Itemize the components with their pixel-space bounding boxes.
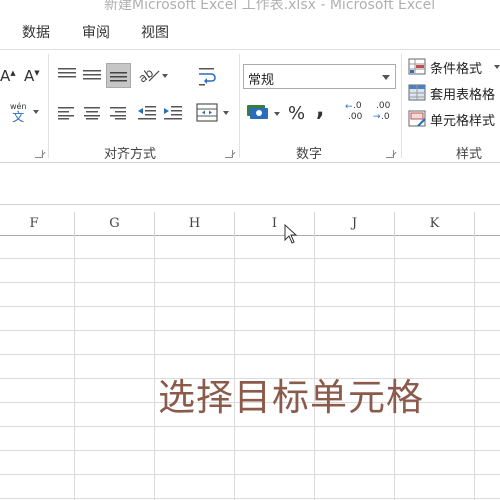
grid-line — [0, 282, 500, 283]
group-label-alignment: 对齐方式 — [104, 147, 157, 162]
arrow-left-icon: ← — [345, 102, 353, 112]
align-right-icon[interactable] — [109, 106, 127, 120]
cell-styles-button[interactable]: 单元格样式 — [408, 108, 500, 130]
ribbon-tabs: 数据 审阅 视图 — [0, 12, 500, 49]
increase-decimal-top: .0 — [353, 101, 362, 111]
grid-line — [74, 236, 75, 500]
title-bar: 新建Microsoft Excel 工作表.xlsx - Microsoft E… — [0, 0, 500, 12]
column-header-next[interactable] — [475, 212, 500, 236]
group-label-styles: 样式 — [456, 147, 483, 162]
align-left-icon[interactable] — [57, 106, 75, 120]
increase-indent-icon[interactable] — [163, 105, 183, 120]
format-as-table-icon — [408, 84, 426, 101]
accounting-format-icon[interactable] — [245, 102, 285, 124]
grid-line — [0, 306, 500, 307]
font-dialog-launcher-icon[interactable] — [35, 150, 43, 158]
font-grow-label: A — [0, 67, 11, 85]
increase-decimal-bottom: .00 — [348, 112, 363, 122]
conditional-formatting-label: 条件格式 — [430, 62, 483, 77]
conditional-formatting-icon — [408, 58, 426, 75]
decrease-decimal-button[interactable]: .00 → .0 — [373, 101, 395, 124]
column-header-row: F G H I J K — [0, 212, 500, 236]
group-separator — [239, 54, 240, 158]
column-header-i[interactable]: I — [235, 212, 315, 236]
grid-line — [0, 450, 500, 451]
ribbon: A▲ A▼ wén 文 ab 对齐方式 常规 % , ← .0 .00 .00 … — [0, 49, 500, 163]
font-shrink-label: A — [24, 67, 35, 85]
phonetic-char: 文 — [12, 110, 25, 124]
grid-line — [0, 474, 500, 475]
align-middle-icon[interactable] — [82, 68, 102, 82]
grid-line — [154, 236, 155, 500]
format-as-table-button[interactable]: 套用表格格 — [408, 82, 500, 104]
align-center-icon[interactable] — [83, 106, 101, 120]
decrease-indent-icon[interactable] — [137, 105, 157, 120]
cell-styles-icon — [408, 110, 426, 127]
number-dialog-launcher-icon[interactable] — [386, 150, 394, 158]
align-top-icon[interactable] — [57, 67, 77, 81]
grid-line — [0, 426, 500, 427]
cell-styles-label: 单元格样式 — [430, 114, 496, 129]
format-as-table-label: 套用表格格 — [430, 88, 496, 103]
column-header-k[interactable]: K — [395, 212, 475, 236]
mouse-cursor-icon — [284, 224, 298, 244]
window-title: 新建Microsoft Excel 工作表.xlsx - Microsoft E… — [104, 0, 436, 12]
conditional-formatting-button[interactable]: 条件格式 — [408, 56, 500, 78]
orientation-icon[interactable]: ab — [137, 65, 169, 85]
svg-text:ab: ab — [137, 66, 156, 85]
group-separator — [401, 54, 402, 158]
chevron-down-icon — [382, 75, 390, 80]
grid-line — [0, 354, 500, 355]
align-bottom-button[interactable] — [106, 63, 131, 88]
tab-review[interactable]: 审阅 — [82, 22, 110, 42]
phonetic-dropdown-icon[interactable] — [33, 110, 39, 114]
formula-bar-area[interactable] — [0, 163, 500, 205]
tab-data[interactable]: 数据 — [22, 22, 50, 42]
column-header-h[interactable]: H — [155, 212, 235, 236]
column-header-j[interactable]: J — [315, 212, 395, 236]
tab-view[interactable]: 视图 — [141, 22, 169, 42]
align-bottom-icon — [110, 72, 127, 82]
group-separator — [48, 54, 49, 158]
chevron-down-icon[interactable] — [494, 65, 500, 69]
number-format-value: 常规 — [248, 73, 275, 88]
decrease-decimal-bottom: .0 — [381, 112, 390, 122]
grid-line — [474, 236, 475, 500]
wrap-text-icon[interactable] — [196, 67, 218, 87]
merge-center-icon[interactable] — [196, 103, 234, 123]
alignment-dialog-launcher-icon[interactable] — [225, 150, 233, 158]
group-label-number: 数字 — [296, 147, 323, 162]
font-grow-button[interactable]: A▲ — [0, 67, 16, 85]
column-header-f[interactable]: F — [0, 212, 75, 236]
grid-line — [0, 330, 500, 331]
grid-line — [0, 258, 500, 259]
grid-line — [0, 498, 500, 499]
arrow-right-icon: → — [373, 112, 381, 122]
column-header-g[interactable]: G — [75, 212, 155, 236]
decrease-decimal-top: .00 — [376, 101, 391, 111]
phonetic-guide-button[interactable]: wén 文 — [10, 103, 27, 124]
percent-style-button[interactable]: % — [288, 103, 305, 124]
font-shrink-button[interactable]: A▼ — [24, 67, 40, 85]
instruction-overlay: 选择目标单元格 — [158, 376, 424, 419]
number-format-combo[interactable]: 常规 — [243, 64, 396, 89]
increase-decimal-button[interactable]: ← .0 .00 — [345, 101, 367, 124]
comma-style-button[interactable]: , — [316, 97, 324, 122]
